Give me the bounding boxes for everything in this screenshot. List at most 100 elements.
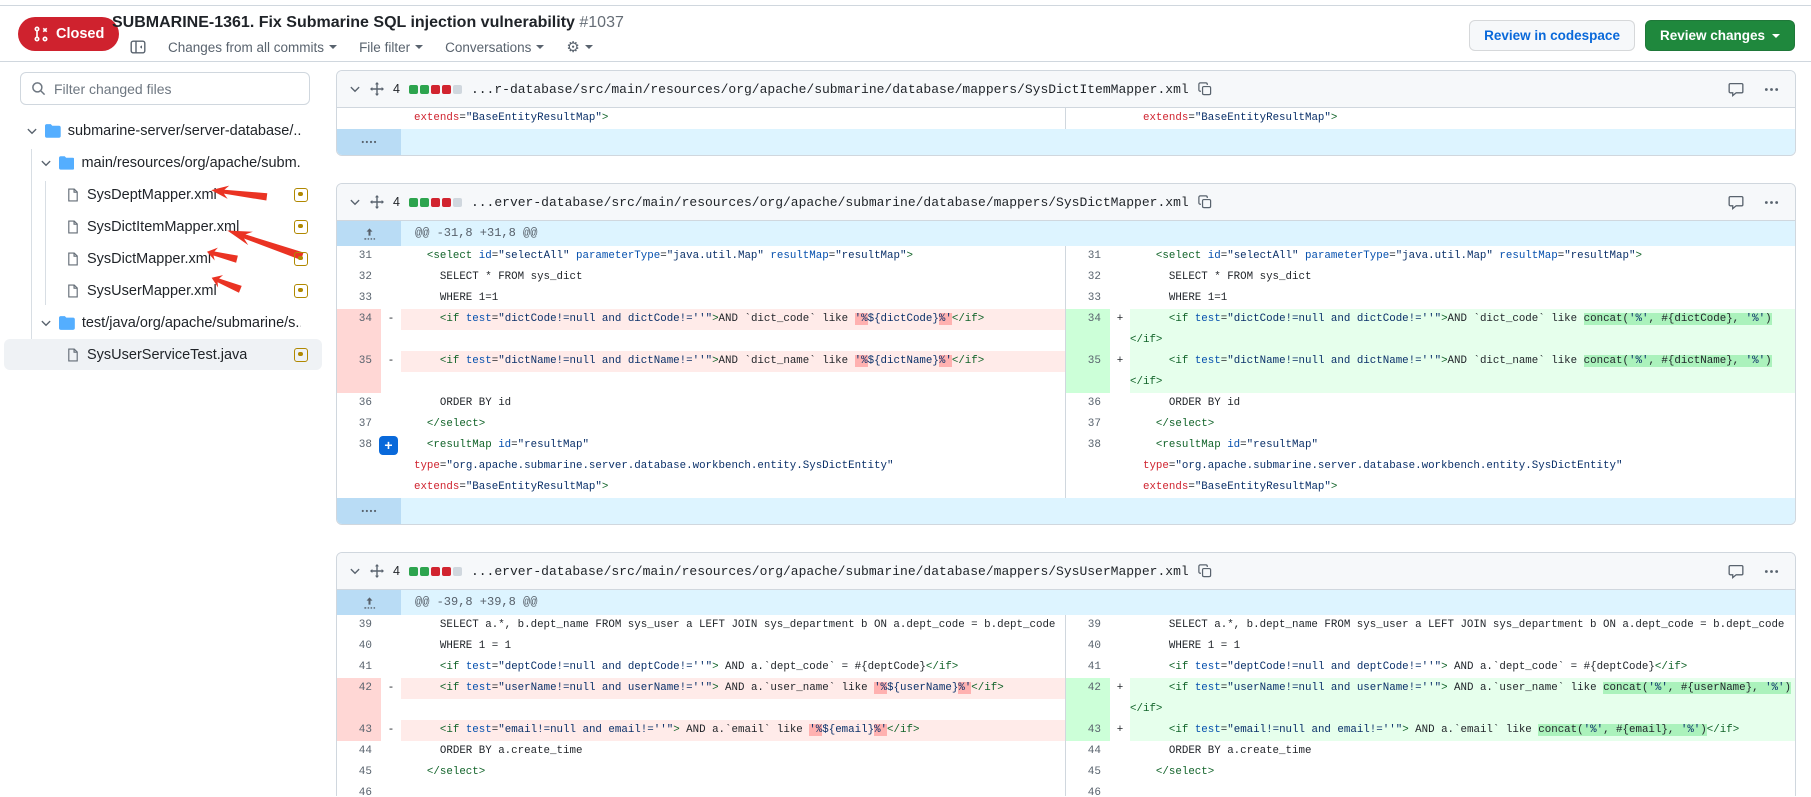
line-number[interactable]: 39 [1066, 615, 1110, 636]
line-number[interactable]: 40 [1066, 636, 1110, 657]
chevron-down-icon[interactable] [40, 317, 52, 329]
line-number[interactable]: 38 [1066, 435, 1110, 456]
expand-diff-button[interactable] [337, 129, 401, 155]
line-number[interactable]: 45 [1066, 762, 1110, 783]
collapse-file-button[interactable] [349, 196, 361, 208]
line-number[interactable]: 37 [337, 414, 381, 435]
diff-marker [1110, 783, 1130, 796]
comment-button[interactable] [1728, 195, 1744, 210]
comment-button[interactable] [1728, 82, 1744, 97]
line-number[interactable]: 41 [337, 657, 381, 678]
filter-changed-files-input[interactable] [54, 81, 299, 97]
line-number[interactable] [1066, 108, 1110, 129]
line-number[interactable]: 41 [1066, 657, 1110, 678]
chevron-down-icon[interactable] [40, 157, 52, 169]
line-number[interactable]: 43 [337, 720, 381, 741]
file-options-kebab-button[interactable] [1764, 564, 1779, 579]
line-number[interactable]: 46 [337, 783, 381, 796]
review-in-codespace-button[interactable]: Review in codespace [1469, 20, 1635, 51]
line-number[interactable] [337, 108, 381, 129]
diff-line-row: 35 - <if test="dictName!=null and dictNa… [337, 351, 1795, 393]
tree-file-sysdeptmapper-xml[interactable]: SysDeptMapper.xml [4, 179, 322, 210]
diff-marker [1110, 435, 1130, 456]
changes-from-dropdown[interactable]: Changes from all commits [168, 40, 337, 55]
tree-file-sysdictmapper-xml[interactable]: SysDictMapper.xml [4, 243, 322, 274]
copy-path-button[interactable] [1198, 82, 1212, 96]
file-options-kebab-button[interactable] [1764, 195, 1779, 210]
modified-status-icon [294, 252, 308, 266]
file-options-kebab-button[interactable] [1764, 82, 1779, 97]
expand-hunk-button[interactable] [337, 590, 401, 615]
line-number[interactable]: 35 [1066, 351, 1110, 393]
diff-marker [381, 246, 401, 267]
diff-line-row: 32 SELECT * FROM sys_dict 32 SELECT * FR… [337, 267, 1795, 288]
line-number[interactable] [337, 456, 381, 477]
tree-folder-submarine-server-server-database-[interactable]: submarine-server/server-database/... [4, 115, 322, 146]
line-number[interactable]: 32 [337, 267, 381, 288]
line-number[interactable] [1066, 477, 1110, 498]
tree-file-sysusermapper-xml[interactable]: SysUserMapper.xml [4, 275, 322, 306]
line-number[interactable]: 33 [1066, 288, 1110, 309]
file-name: SysUserServiceTest.java [87, 347, 247, 363]
tree-folder-main-resources-org-apache-subm-[interactable]: main/resources/org/apache/subm... [4, 147, 322, 178]
diff-line-row: 36 ORDER BY id 36 ORDER BY id [337, 393, 1795, 414]
line-number[interactable]: 35 [337, 351, 381, 393]
diffstat [409, 567, 462, 576]
drag-file-handle[interactable] [370, 195, 384, 209]
tree-file-sysuserservicetest-java[interactable]: SysUserServiceTest.java [4, 339, 322, 370]
comment-button[interactable] [1728, 564, 1744, 579]
line-number[interactable] [337, 477, 381, 498]
chevron-down-icon [536, 45, 544, 49]
line-number[interactable]: 43 [1066, 720, 1110, 741]
file-filter-dropdown[interactable]: File filter [359, 40, 423, 55]
line-number[interactable]: 36 [337, 393, 381, 414]
line-number[interactable]: 42 [337, 678, 381, 720]
modified-status-icon [294, 188, 308, 202]
expand-diff-button[interactable] [337, 498, 401, 524]
line-number[interactable] [1066, 456, 1110, 477]
copy-path-button[interactable] [1198, 195, 1212, 209]
line-number[interactable]: 46 [1066, 783, 1110, 796]
line-number[interactable]: 33 [337, 288, 381, 309]
code-line: <if test="email!=null and email!=''"> AN… [401, 720, 1065, 741]
line-number[interactable]: 39 [337, 615, 381, 636]
line-number[interactable]: 45 [337, 762, 381, 783]
review-changes-button[interactable]: Review changes [1645, 20, 1795, 51]
comment-icon [1728, 564, 1744, 579]
diff-settings-dropdown[interactable]: ⚙ [566, 38, 592, 56]
line-number[interactable]: 31 [1066, 246, 1110, 267]
expand-hunk-button[interactable] [337, 221, 401, 246]
conversations-dropdown[interactable]: Conversations [445, 40, 544, 55]
toggle-file-tree-button[interactable] [130, 39, 146, 55]
line-number[interactable]: 42 [1066, 678, 1110, 720]
diff-line-row: extends="BaseEntityResultMap"> extends="… [337, 108, 1795, 129]
line-number[interactable]: 37 [1066, 414, 1110, 435]
line-number[interactable]: 34 [1066, 309, 1110, 351]
collapse-file-button[interactable] [349, 83, 361, 95]
copy-path-button[interactable] [1198, 564, 1212, 578]
line-number[interactable]: 31 [337, 246, 381, 267]
line-number[interactable]: 44 [337, 741, 381, 762]
collapse-file-button[interactable] [349, 565, 361, 577]
file-icon [66, 219, 80, 235]
tree-file-sysdictitemmapper-xml[interactable]: SysDictItemMapper.xml [4, 211, 322, 242]
diff-main-area: 4 ...r-database/src/main/resources/org/a… [326, 62, 1811, 796]
diff-marker: - [381, 309, 401, 351]
line-number[interactable]: 44 [1066, 741, 1110, 762]
chevron-down-icon [415, 45, 423, 49]
diff-line-row: 37 </select> 37 </select> [337, 414, 1795, 435]
chevron-down-icon [349, 565, 361, 577]
drag-file-handle[interactable] [370, 82, 384, 96]
file-icon [66, 283, 80, 299]
add-comment-button[interactable]: + [379, 436, 398, 455]
line-number[interactable]: 34 [337, 309, 381, 351]
drag-file-handle[interactable] [370, 564, 384, 578]
diff-marker [1110, 108, 1130, 129]
tree-folder-test-java-org-apache-submarine-s-[interactable]: test/java/org/apache/submarine/s.. [4, 307, 322, 338]
line-number[interactable]: 40 [337, 636, 381, 657]
line-number[interactable]: 38 [337, 435, 381, 456]
code-line: extends="BaseEntityResultMap"> [1130, 477, 1795, 498]
line-number[interactable]: 36 [1066, 393, 1110, 414]
line-number[interactable]: 32 [1066, 267, 1110, 288]
chevron-down-icon[interactable] [26, 125, 38, 137]
